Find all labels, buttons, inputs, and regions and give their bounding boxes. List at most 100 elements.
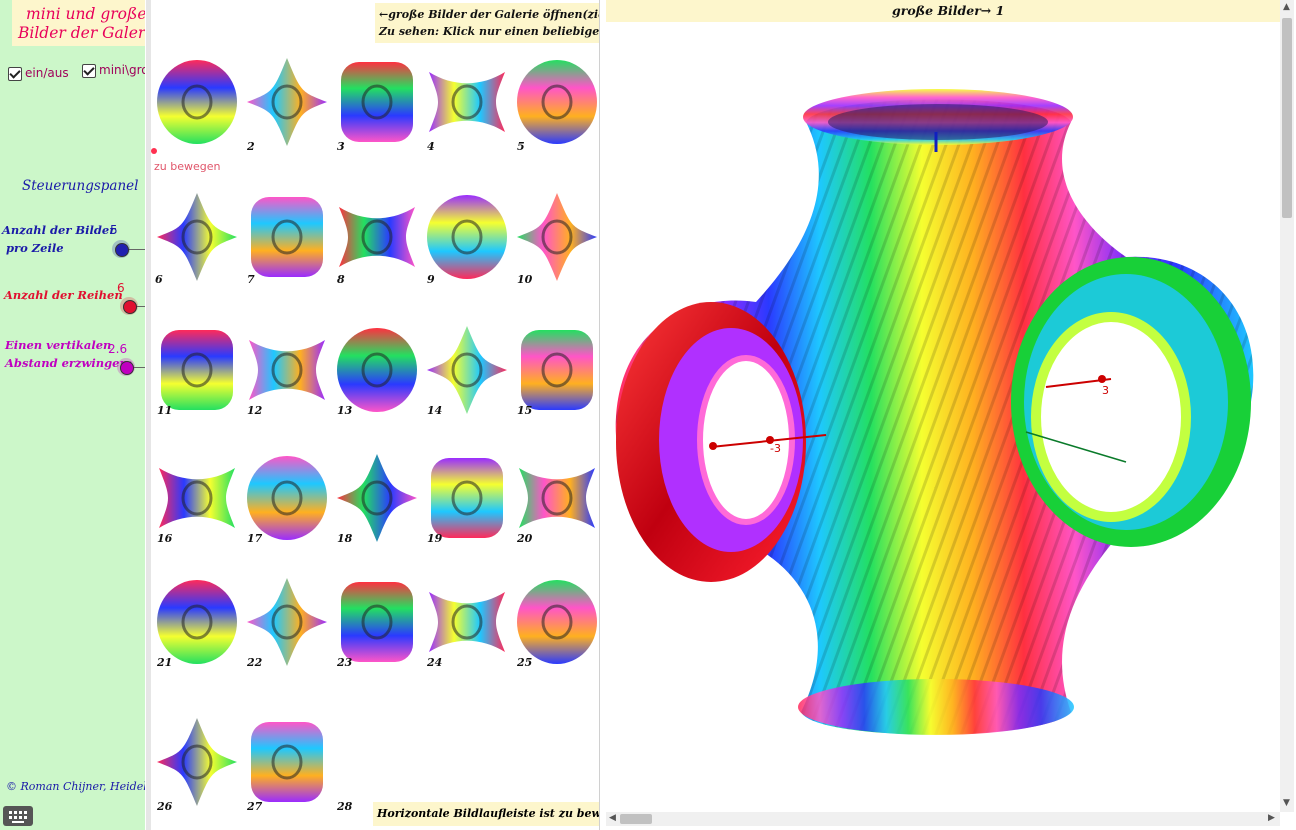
info-note: ←große Bilder der Galerie öffnen(ziehen)… [375, 3, 599, 43]
info-line-1: ←große Bilder der Galerie öffnen(ziehen)… [379, 8, 599, 21]
gallery-thumbnail[interactable]: 27 [243, 712, 331, 816]
gallery-thumbnail[interactable]: 4 [423, 52, 511, 156]
horizontal-scroll-thumb[interactable] [620, 814, 652, 824]
thumbnail-number: 28 [337, 800, 353, 813]
thumbnail-number: 4 [427, 140, 435, 153]
gallery-thumbnail[interactable]: 25 [513, 572, 599, 676]
big-image-title: große Bilder→ 1 [892, 3, 1005, 18]
gallery-thumbnail[interactable]: 12 [243, 320, 331, 424]
scroll-right-arrow[interactable]: ▶ [1268, 813, 1275, 823]
gallery-thumbnail[interactable]: 11 [153, 320, 241, 424]
ein-aus-checkbox[interactable] [8, 67, 22, 81]
images-per-row-label-2: pro Zeile [6, 241, 64, 255]
scroll-hint-text: Horizontale Bildlaufleiste ist zu bewege… [377, 807, 599, 820]
thumbnail-shape [429, 72, 505, 132]
keyboard-icon [9, 811, 27, 823]
scroll-hint-note: Horizontale Bildlaufleiste ist zu bewege… [373, 802, 599, 826]
keyboard-button[interactable] [3, 806, 33, 826]
mini-gross-label: mini\groß [99, 63, 145, 77]
gallery-thumbnail[interactable]: 9 [423, 187, 511, 291]
gallery-thumbnail[interactable]: 19 [423, 448, 511, 552]
thumbnail-number: 12 [247, 404, 263, 417]
thumbnail-number: 22 [247, 656, 263, 669]
copyright: © Roman Chijner, Heidelberg [6, 780, 145, 793]
thumbnail-number: 5 [517, 140, 525, 153]
thumbnail-number: 21 [157, 656, 173, 669]
thumbnail-number: 17 [247, 532, 263, 545]
vertical-spacing-slider[interactable] [120, 361, 134, 375]
gallery-thumbnail[interactable]: 18 [333, 448, 421, 552]
thumbnail-number: 19 [427, 532, 443, 545]
thumbnail-number: 6 [155, 273, 163, 286]
title-box: mini und große Bilder der Galerie [12, 0, 145, 46]
title-line-1: mini und große [26, 5, 145, 23]
thumbnail-number: 25 [517, 656, 533, 669]
vertical-scrollbar[interactable]: ▲ ▼ [1280, 0, 1294, 812]
gallery-thumbnail[interactable]: 14 [423, 320, 511, 424]
gallery-thumbnail[interactable]: 24 [423, 572, 511, 676]
thumbnail-number: 13 [337, 404, 353, 417]
thumbnail-shape [247, 58, 327, 146]
thumbnail-number: 10 [517, 273, 533, 286]
thumbnail-number: 9 [427, 273, 435, 286]
thumbnail-shape [157, 60, 237, 144]
thumbnail-number: 27 [247, 800, 263, 813]
gallery-thumbnail[interactable]: 15 [513, 320, 599, 424]
thumbnail-number: 3 [337, 140, 345, 153]
gallery-thumbnail[interactable]: 22 [243, 572, 331, 676]
big-3d-surface[interactable]: -3 3 [606, 22, 1280, 812]
gallery-thumbnail[interactable]: 23 [333, 572, 421, 676]
horizontal-scrollbar[interactable]: ◀ ▶ [606, 812, 1280, 826]
move-hint: zu bewegen [154, 160, 221, 173]
vertical-spacing-value: 2.6 [108, 342, 128, 356]
scroll-left-arrow[interactable]: ◀ [609, 813, 616, 823]
thumbnail-number: 15 [517, 404, 533, 417]
rows-slider[interactable] [123, 300, 137, 314]
mini-gross-checkbox[interactable] [82, 64, 96, 78]
gallery-thumbnail[interactable]: 2 [243, 52, 331, 156]
axis-label-pos: 3 [1102, 384, 1109, 397]
thumbnail-shape [251, 197, 323, 277]
thumbnail-number: 8 [337, 273, 345, 286]
axis-label-neg: -3 [770, 442, 781, 455]
gallery-thumbnail[interactable]: 8 [333, 187, 421, 291]
gallery-thumbnail[interactable]: 3 [333, 52, 421, 156]
thumbnail-shape [157, 718, 237, 806]
gallery-thumbnail[interactable]: 17 [243, 448, 331, 552]
gallery-thumbnail[interactable] [153, 52, 241, 156]
title-line-2: Bilder der Galerie [18, 24, 145, 42]
gallery-thumbnail[interactable]: 26 [153, 712, 241, 816]
big-image-header: große Bilder→ 1 [606, 0, 1280, 22]
images-per-row-slider[interactable] [115, 243, 129, 257]
thumbnail-number: 26 [157, 800, 173, 813]
thumbnail-number: 24 [427, 656, 443, 669]
scroll-down-arrow[interactable]: ▼ [1283, 798, 1290, 808]
rows-value: 6 [117, 281, 125, 295]
panel-title: Steuerungspanel [22, 178, 139, 194]
gallery-thumbnail[interactable]: 16 [153, 448, 241, 552]
thumbnail-shape [251, 722, 323, 802]
big-image-view: große Bilder→ 1 -3 3 ▲ ▼ ◀ ▶ [606, 0, 1296, 830]
vertical-spacing-label-2: Abstand erzwingen: [5, 356, 133, 370]
gallery-thumbnail[interactable]: 5 [513, 52, 599, 156]
thumbnail-shape [517, 193, 597, 281]
thumbnail-shape [427, 195, 507, 279]
gallery-thumbnail[interactable]: 13 [333, 320, 421, 424]
rows-label: Anzahl der Reihen [4, 288, 123, 302]
gallery-thumbnail[interactable]: 6 [153, 187, 241, 291]
gallery-thumbnail[interactable]: 10 [513, 187, 599, 291]
thumbnail-number: 14 [427, 404, 443, 417]
gallery-thumbnail[interactable]: 21 [153, 572, 241, 676]
thumbnail-number: 20 [517, 532, 533, 545]
thumbnail-number: 2 [247, 140, 255, 153]
vertical-scroll-thumb[interactable] [1282, 18, 1292, 218]
thumbnail-shape [339, 207, 415, 267]
scroll-up-arrow[interactable]: ▲ [1283, 2, 1290, 12]
images-per-row-label: Anzahl der Bilder [2, 223, 116, 237]
ein-aus-label: ein/aus [25, 66, 69, 80]
thumbnail-number: 23 [337, 656, 353, 669]
vertical-spacing-label: Einen vertikalen [5, 338, 112, 352]
gallery-thumbnail[interactable]: 7 [243, 187, 331, 291]
thumbnail-gallery[interactable]: ←große Bilder der Galerie öffnen(ziehen)… [146, 0, 600, 830]
gallery-thumbnail[interactable]: 20 [513, 448, 599, 552]
